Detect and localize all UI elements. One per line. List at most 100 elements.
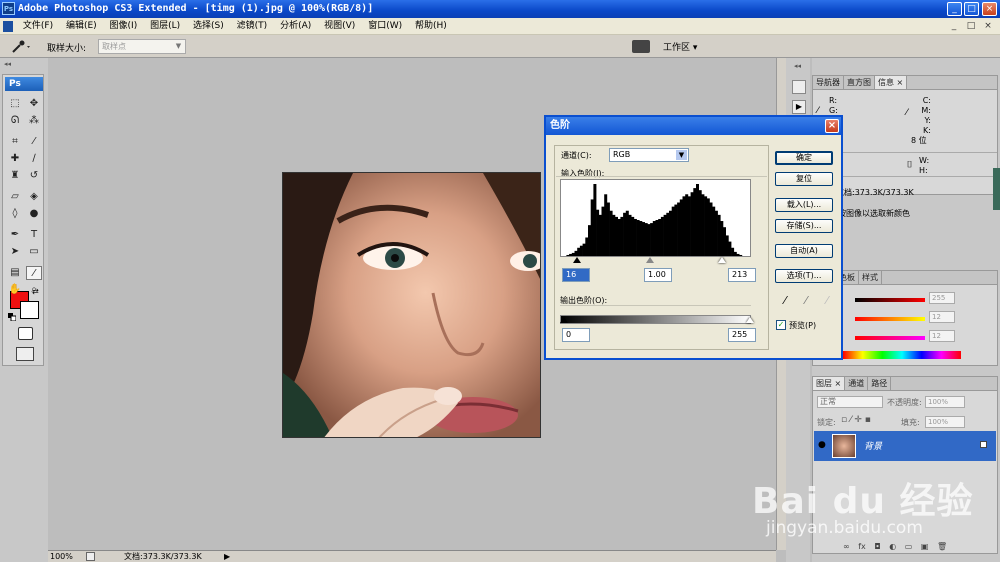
zoom-icon[interactable]: ⌕: [26, 283, 42, 297]
slice-icon[interactable]: ⁄: [26, 135, 42, 149]
document-image[interactable]: [282, 172, 541, 438]
status-menu-icon[interactable]: [86, 552, 95, 561]
workspace-icon[interactable]: [632, 40, 650, 53]
eraser-icon[interactable]: ▱: [7, 190, 23, 204]
dock-side-tab[interactable]: [993, 168, 1000, 210]
tab-styles[interactable]: 样式: [859, 271, 882, 284]
opacity-value[interactable]: 100%: [925, 396, 965, 408]
tab-paths[interactable]: 路径: [868, 377, 892, 390]
screen-mode-icon[interactable]: [16, 347, 34, 361]
doc-close-button[interactable]: ×: [982, 20, 994, 32]
doc-restore-button[interactable]: □: [965, 20, 977, 32]
layer-row-background[interactable]: ● 背景: [814, 431, 996, 461]
close-button[interactable]: ×: [982, 2, 997, 16]
menu-edit[interactable]: 编辑(E): [61, 18, 102, 35]
history-panel-icon[interactable]: [792, 80, 806, 94]
menu-filter[interactable]: 滤镜(T): [232, 18, 273, 35]
sample-size-select[interactable]: 取样点 ▼: [98, 39, 186, 54]
input-black-field[interactable]: 16: [562, 268, 590, 282]
notes-icon[interactable]: ▤: [7, 266, 23, 280]
output-black-slider[interactable]: [560, 317, 568, 323]
red-slider[interactable]: [855, 298, 925, 302]
dialog-close-icon[interactable]: ×: [825, 119, 839, 133]
link-layers-icon[interactable]: ∞: [843, 542, 850, 551]
preview-checkbox[interactable]: ✓: [776, 320, 786, 330]
gray-eyedropper-icon[interactable]: ⁄: [800, 294, 812, 308]
hand-icon[interactable]: ✋: [7, 283, 23, 297]
collapse-arrows-icon[interactable]: ◂◂: [4, 60, 11, 68]
path-select-icon[interactable]: ➤: [7, 245, 23, 259]
green-slider[interactable]: [855, 317, 925, 321]
blue-value[interactable]: 12: [929, 330, 955, 342]
background-color-swatch[interactable]: [20, 301, 39, 319]
menu-select[interactable]: 选择(S): [188, 18, 229, 35]
marquee-icon[interactable]: ⬚: [7, 97, 23, 111]
menu-view[interactable]: 视图(V): [319, 18, 360, 35]
visibility-eye-icon[interactable]: ●: [818, 440, 826, 450]
output-black-field[interactable]: 0: [562, 328, 590, 342]
actions-panel-icon[interactable]: ▶: [792, 100, 806, 114]
document-icon[interactable]: [3, 21, 13, 32]
layer-style-icon[interactable]: fx: [858, 542, 866, 551]
menu-image[interactable]: 图像(I): [105, 18, 143, 35]
status-arrow-icon[interactable]: ▶: [224, 551, 230, 562]
tab-channels[interactable]: 通道: [845, 377, 869, 390]
blend-mode-select[interactable]: 正常: [817, 396, 883, 408]
tab-navigator[interactable]: 导航器: [813, 76, 844, 89]
pen-icon[interactable]: ✒: [7, 228, 23, 242]
auto-button[interactable]: 自动(A): [775, 244, 833, 258]
channel-select[interactable]: RGB ▼: [609, 148, 689, 162]
adjustment-layer-icon[interactable]: ◐: [889, 542, 896, 551]
red-value[interactable]: 255: [929, 292, 955, 304]
type-icon[interactable]: T: [26, 228, 42, 242]
options-button[interactable]: 选项(T)...: [775, 269, 833, 283]
fill-value[interactable]: 100%: [925, 416, 965, 428]
output-white-field[interactable]: 255: [728, 328, 756, 342]
tab-histogram[interactable]: 直方图: [844, 76, 875, 89]
expand-arrows-icon[interactable]: ◂◂: [794, 62, 801, 70]
black-eyedropper-icon[interactable]: ⁄: [779, 294, 791, 308]
menu-window[interactable]: 窗口(W): [363, 18, 407, 35]
lasso-icon[interactable]: ᘏ: [7, 114, 23, 128]
input-black-slider[interactable]: [573, 257, 581, 263]
tab-info[interactable]: 信息 ×: [875, 76, 908, 89]
move-icon[interactable]: ✥: [26, 97, 42, 111]
shape-icon[interactable]: ▭: [26, 245, 42, 259]
tab-layers[interactable]: 图层 ×: [813, 377, 846, 390]
doc-minimize-button[interactable]: _: [948, 20, 960, 32]
input-white-field[interactable]: 213: [728, 268, 756, 282]
layer-name[interactable]: 背景: [864, 439, 882, 452]
maximize-button[interactable]: □: [964, 2, 979, 16]
brush-icon[interactable]: ∕: [26, 152, 42, 166]
lock-icons[interactable]: ▫ ⁄ ✛ ▪: [841, 415, 871, 425]
minimize-button[interactable]: _: [947, 2, 962, 16]
layer-mask-icon[interactable]: ◘: [874, 542, 880, 551]
bucket-icon[interactable]: ◈: [26, 190, 42, 204]
eyedropper-tool-preset-icon[interactable]: [10, 40, 32, 54]
new-layer-icon[interactable]: ▣: [921, 542, 929, 551]
save-button[interactable]: 存储(S)...: [775, 219, 833, 233]
reset-button[interactable]: 复位: [775, 172, 833, 186]
new-group-icon[interactable]: ▭: [905, 542, 913, 551]
default-colors-icon[interactable]: [8, 313, 17, 322]
healing-icon[interactable]: ✚: [7, 152, 23, 166]
eyedropper-icon[interactable]: ⁄: [26, 266, 42, 280]
load-button[interactable]: 载入(L)...: [775, 198, 833, 212]
green-value[interactable]: 12: [929, 311, 955, 323]
ok-button[interactable]: 确定: [775, 151, 833, 165]
menu-file[interactable]: 文件(F): [18, 18, 58, 35]
history-brush-icon[interactable]: ↺: [26, 169, 42, 183]
menu-analysis[interactable]: 分析(A): [275, 18, 316, 35]
output-white-slider[interactable]: [746, 317, 754, 323]
menu-help[interactable]: 帮助(H): [410, 18, 452, 35]
white-eyedropper-icon[interactable]: ⁄: [821, 294, 833, 308]
trash-icon[interactable]: 🗑: [937, 542, 947, 551]
magic-wand-icon[interactable]: ⁂: [26, 114, 42, 128]
input-gamma-field[interactable]: 1.00: [644, 268, 672, 282]
dodge-icon[interactable]: ●: [26, 207, 42, 221]
quick-mask-icon[interactable]: [18, 327, 33, 340]
crop-icon[interactable]: ⌗: [7, 135, 23, 149]
zoom-level[interactable]: 100%: [50, 551, 73, 562]
blue-slider[interactable]: [855, 336, 925, 340]
input-gamma-slider[interactable]: [646, 257, 654, 263]
